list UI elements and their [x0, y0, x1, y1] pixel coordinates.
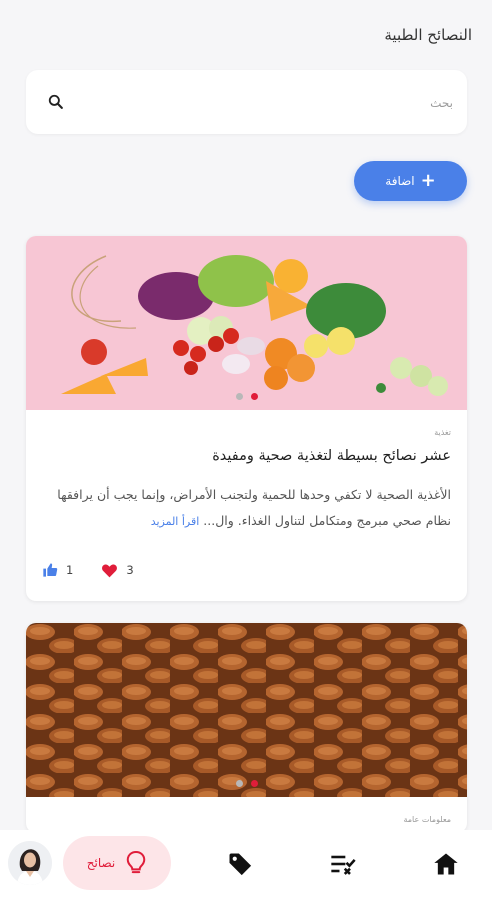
card-category: تغذية	[434, 428, 451, 437]
search-placeholder: بحث	[430, 96, 453, 110]
avatar[interactable]	[8, 841, 52, 885]
add-button[interactable]: + اضافة	[354, 161, 467, 201]
page-title: النصائح الطبية	[384, 26, 472, 44]
card-image-almonds[interactable]	[26, 623, 467, 797]
carousel-dot[interactable]	[235, 780, 243, 787]
card-stats: 1 3	[42, 562, 154, 578]
card-description-text: الأغذية الصحية لا تكفي وحدها للحمية ولتج…	[57, 487, 451, 528]
carousel-dots	[26, 780, 467, 787]
tip-card[interactable]: معلومات عامة	[26, 623, 467, 833]
card-description: الأغذية الصحية لا تكفي وحدها للحمية ولتج…	[42, 482, 451, 535]
checklist-icon[interactable]	[329, 850, 357, 878]
tag-icon[interactable]	[226, 850, 254, 878]
card-image-vegetables[interactable]	[26, 236, 467, 410]
lightbulb-icon	[126, 850, 146, 874]
nav-tips-tab[interactable]: نصائح	[63, 836, 171, 890]
bottom-navigation: نصائح	[0, 830, 492, 900]
read-more-link[interactable]: اقرأ المزيد	[151, 515, 200, 528]
carousel-dot-active[interactable]	[250, 780, 258, 787]
plus-icon: +	[420, 170, 436, 191]
tip-card[interactable]: تغذية عشر نصائح بسيطة لتغذية صحية ومفيدة…	[26, 236, 467, 601]
nav-tips-label: نصائح	[86, 856, 116, 870]
add-button-label: اضافة	[385, 174, 415, 188]
likes-count: 1	[66, 563, 74, 577]
carousel-dots	[26, 393, 467, 400]
heart-icon	[102, 563, 118, 577]
hearts-stat[interactable]: 3	[101, 563, 134, 578]
hearts-count: 3	[126, 563, 134, 577]
likes-stat[interactable]: 1	[42, 562, 73, 578]
thumbs-up-icon	[43, 563, 58, 577]
home-icon[interactable]	[432, 850, 460, 878]
search-icon[interactable]	[46, 92, 66, 112]
card-category: معلومات عامة	[403, 815, 451, 824]
carousel-dot-active[interactable]	[250, 393, 258, 400]
card-title[interactable]: عشر نصائح بسيطة لتغذية صحية ومفيدة	[212, 448, 451, 464]
search-input[interactable]: بحث	[26, 70, 467, 134]
carousel-dot[interactable]	[235, 393, 243, 400]
